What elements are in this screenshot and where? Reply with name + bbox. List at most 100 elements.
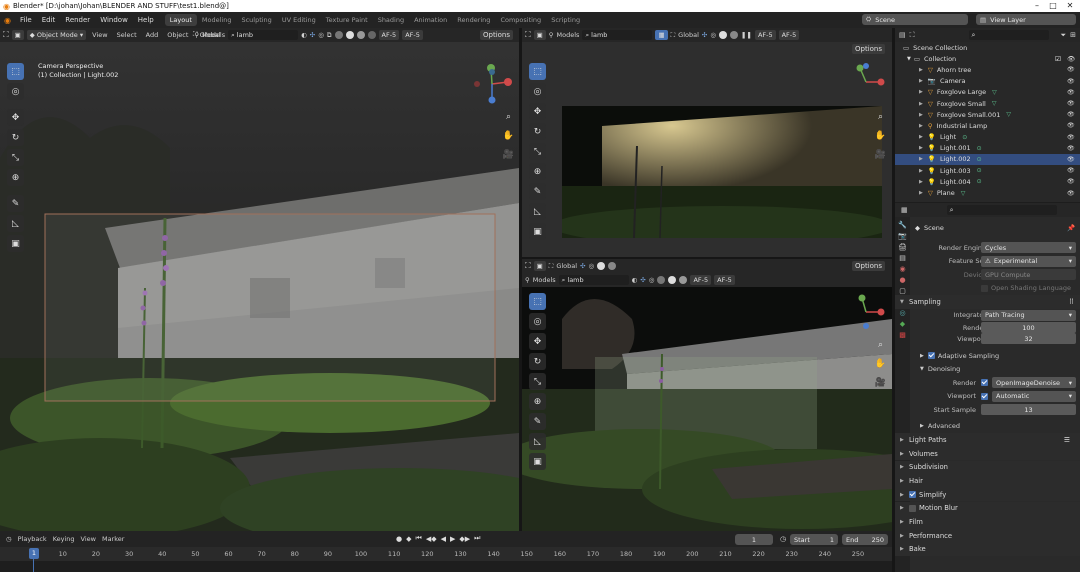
panel-header[interactable]: ▶ Volumes xyxy=(895,446,1080,461)
texture-tab-icon[interactable]: ▩ xyxy=(899,331,906,339)
tr-options-button[interactable]: Options xyxy=(852,44,886,54)
select-box-tool-icon[interactable]: ⬚ xyxy=(529,293,546,310)
measure-tool-icon[interactable]: ◺ xyxy=(529,433,546,450)
eye-icon[interactable]: 👁 xyxy=(1067,156,1075,163)
transform-tool-icon[interactable]: ⊕ xyxy=(7,169,24,186)
transform-dropdown[interactable]: Global xyxy=(556,262,577,270)
rendered-shading-icon[interactable] xyxy=(608,262,617,270)
panel-header[interactable]: ▶ Simplify xyxy=(895,487,1080,502)
outliner-item[interactable]: ▶ 💡 Light.004 ⊙ 👁 xyxy=(895,176,1080,187)
outliner-item[interactable]: ▶ 📷 Camera 👁 xyxy=(895,76,1080,87)
output-tab-icon[interactable]: 🖨 xyxy=(898,243,907,251)
search-input[interactable]: ⌕ lamb xyxy=(582,30,653,40)
eye-icon[interactable]: 👁 xyxy=(1067,190,1075,197)
new-collection-icon[interactable]: ⊞ xyxy=(1070,31,1076,39)
scale-tool-icon[interactable]: ⤡ xyxy=(7,149,24,166)
adaptive-sampling-subpanel[interactable]: ▶ Adaptive Sampling xyxy=(910,349,1080,363)
rotate-tool-icon[interactable]: ↻ xyxy=(529,123,546,140)
main-options-button[interactable]: Options xyxy=(480,30,514,40)
measure-tool-icon[interactable]: ◺ xyxy=(7,215,24,232)
solid-shading-icon[interactable] xyxy=(597,262,606,270)
pan-hand-icon[interactable]: ✋ xyxy=(872,355,889,372)
outliner-item[interactable]: ▶ ▽ Plane ▽ 👁 xyxy=(895,187,1080,198)
expand-arrow-icon[interactable]: ▶ xyxy=(919,123,923,129)
workspace-tab-rendering[interactable]: Rendering xyxy=(452,14,495,26)
menu-file[interactable]: File xyxy=(15,16,37,24)
eye-icon[interactable]: 👁 xyxy=(1067,89,1075,96)
denoise-viewport-checkbox[interactable] xyxy=(981,392,988,400)
main-viewport[interactable] xyxy=(0,28,519,531)
panel-header[interactable]: ▶ Motion Blur xyxy=(895,501,1080,516)
outliner-item[interactable]: ▶ ▽ Ahorn tree 👁 xyxy=(895,64,1080,75)
transform-dropdown[interactable]: Global xyxy=(678,31,699,39)
panel-enable-checkbox[interactable] xyxy=(909,504,916,512)
render-tab-icon[interactable]: 📷 xyxy=(898,232,907,240)
view-layer-selector[interactable]: ▤ View Layer xyxy=(976,14,1076,25)
outliner-item[interactable]: ▶ ▽ Foxglove Small ▽ 👁 xyxy=(895,98,1080,109)
select-box-tool-icon[interactable]: ⬚ xyxy=(529,63,546,80)
solid-shading-icon[interactable] xyxy=(668,276,677,284)
cursor-tool-icon[interactable]: ◎ xyxy=(529,83,546,100)
eye-icon[interactable]: 👁 xyxy=(1067,145,1075,152)
br-navigation-gizmo[interactable] xyxy=(848,292,888,332)
add-cube-tool-icon[interactable]: ▣ xyxy=(529,223,546,240)
workspace-tab-layout[interactable]: Layout xyxy=(164,14,197,26)
measure-tool-icon[interactable]: ◺ xyxy=(529,203,546,220)
material-shading-icon[interactable] xyxy=(679,276,688,284)
record-icon[interactable]: ● xyxy=(396,535,402,543)
integrator-dropdown[interactable]: Path Tracing ▾ xyxy=(981,309,1076,321)
editor-type-icon[interactable]: ◷ xyxy=(6,535,12,543)
bottom-right-viewport[interactable] xyxy=(522,259,892,531)
move-tool-icon[interactable]: ✥ xyxy=(529,103,546,120)
vertical-separator[interactable] xyxy=(519,28,522,531)
filter-icon[interactable]: ⚲ xyxy=(525,276,530,284)
collection-row[interactable]: ▼ ▭ Collection ☑ 👁 xyxy=(895,53,1080,64)
panel-header[interactable]: ▶ Performance xyxy=(895,529,1080,543)
denoise-render-dropdown[interactable]: OpenImageDenoise ▾ xyxy=(992,377,1076,389)
adaptive-sampling-checkbox[interactable] xyxy=(927,352,935,360)
filter-models[interactable]: Models xyxy=(533,276,556,284)
object-tab-icon[interactable]: ▢ xyxy=(899,287,906,295)
expand-arrow-icon[interactable]: ▶ xyxy=(919,134,923,140)
menu-select[interactable]: Select xyxy=(114,31,140,39)
data-tab-icon[interactable]: ◆ xyxy=(900,320,905,328)
add-cube-tool-icon[interactable]: ▣ xyxy=(7,235,24,252)
render-engine-dropdown[interactable]: Cycles ▾ xyxy=(981,242,1076,254)
gizmo-icon[interactable]: ✣ xyxy=(580,262,585,270)
denoise-render-checkbox[interactable] xyxy=(981,379,988,387)
visibility-icon[interactable]: ◐ xyxy=(632,276,638,284)
pause-icon[interactable]: ❚❚ xyxy=(741,31,752,39)
expand-arrow-icon[interactable]: ▶ xyxy=(919,168,923,174)
af-addon-button[interactable]: AF-5 xyxy=(690,275,712,285)
expand-arrow-icon[interactable]: ▶ xyxy=(919,179,923,185)
eye-icon[interactable]: 👁 xyxy=(1067,167,1075,174)
gizmo-icon[interactable]: ✣ xyxy=(702,31,707,39)
overlay-icon[interactable]: ◎ xyxy=(589,262,595,270)
panel-header[interactable]: ▶ Film xyxy=(895,515,1080,529)
menu-keying[interactable]: Keying xyxy=(53,535,75,543)
af-addon-button-2[interactable]: AF-5 xyxy=(778,30,800,40)
presets-icon[interactable]: ☰ xyxy=(1064,436,1070,444)
prev-key-icon[interactable]: ◀◆ xyxy=(426,535,437,543)
close-button[interactable]: ✕ xyxy=(1056,0,1080,12)
workspace-tab-compositing[interactable]: Compositing xyxy=(495,14,546,26)
filter-models[interactable]: Models xyxy=(557,31,580,39)
checkbox-icon[interactable]: ☑ xyxy=(1055,55,1061,63)
move-tool-icon[interactable]: ✥ xyxy=(529,333,546,350)
camera-view-icon[interactable]: 🎥 xyxy=(872,374,889,391)
workspace-tab-animation[interactable]: Animation xyxy=(409,14,452,26)
workspace-tab-scripting[interactable]: Scripting xyxy=(546,14,585,26)
rotate-tool-icon[interactable]: ↻ xyxy=(7,129,24,146)
pin-icon[interactable]: 📌 xyxy=(1067,224,1075,232)
horizontal-separator[interactable] xyxy=(522,257,892,259)
render-samples-field[interactable]: 100 xyxy=(981,322,1076,333)
outliner-item[interactable]: ▶ 💡 Light ⊙ 👁 xyxy=(895,132,1080,143)
jump-start-icon[interactable]: ⏮ xyxy=(416,534,422,543)
editor-type-icon[interactable]: ⛶ xyxy=(525,261,531,271)
top-right-viewport[interactable] xyxy=(522,28,892,258)
br-options-button[interactable]: Options xyxy=(852,261,886,271)
view-layer-tab-icon[interactable]: ▤ xyxy=(899,254,906,262)
pan-hand-icon[interactable]: ✋ xyxy=(872,127,889,144)
annotate-tool-icon[interactable]: ✎ xyxy=(7,195,24,212)
expand-arrow-icon[interactable]: ▶ xyxy=(919,78,923,84)
